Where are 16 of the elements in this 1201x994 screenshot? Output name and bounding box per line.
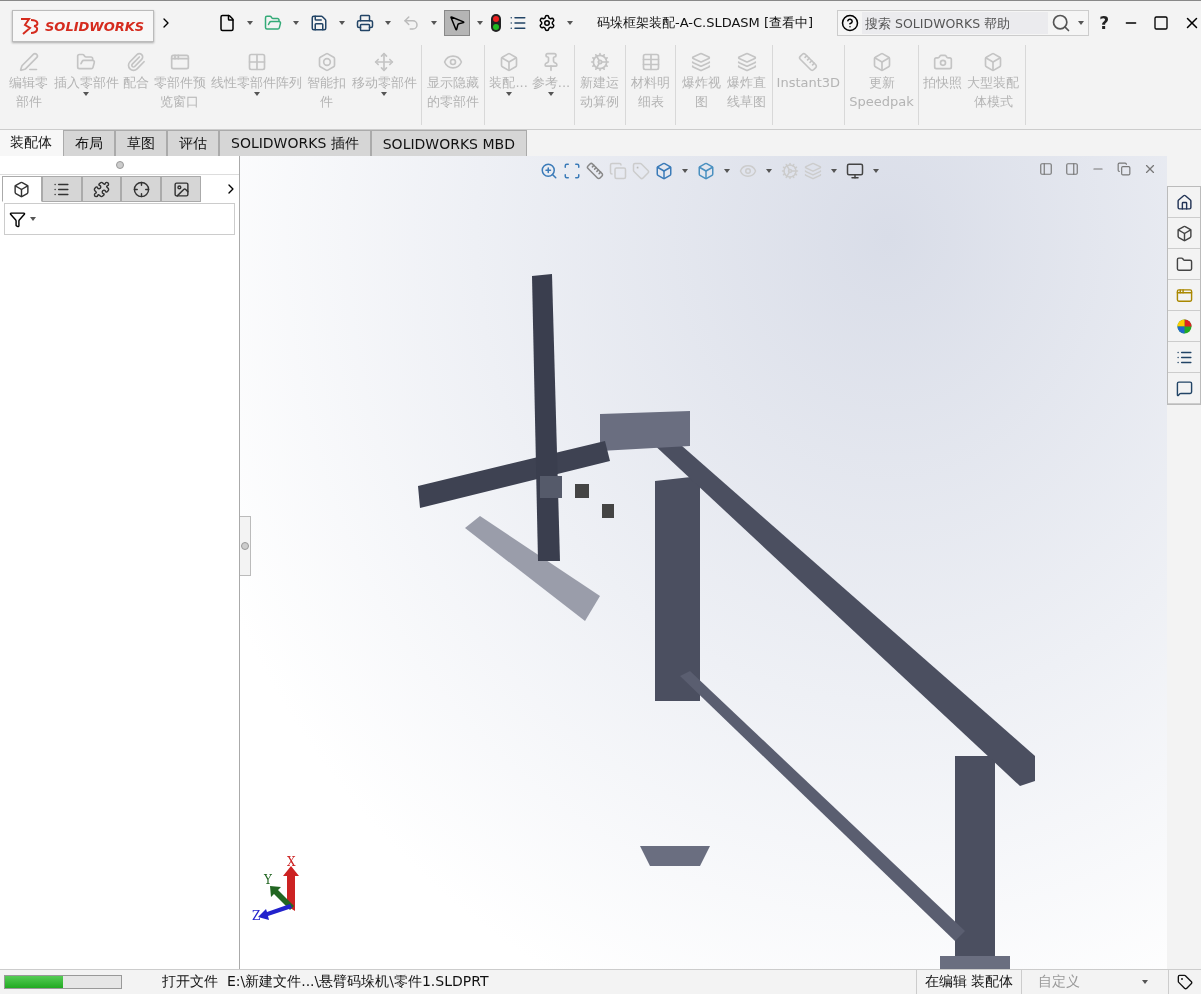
command-tab[interactable]: 草图: [115, 130, 167, 156]
x-axis-label: X: [287, 856, 296, 869]
command-tab[interactable]: 评估: [167, 130, 219, 156]
command-tab[interactable]: 布局: [63, 130, 115, 156]
help-button[interactable]: ?: [1099, 13, 1109, 33]
app-name: SOLIDWORKS: [45, 18, 145, 34]
y-axis-label: Y: [264, 873, 272, 887]
command-tab[interactable]: SOLIDWORKS 插件: [219, 130, 371, 156]
units-dropdown[interactable]: 自定义: [1030, 973, 1160, 991]
command-tab[interactable]: SOLIDWORKS MBD: [370, 130, 527, 156]
status-mode: 在编辑 装配体: [924, 973, 1013, 991]
command-tab[interactable]: 装配体: [0, 130, 63, 156]
app-logo[interactable]: SOLIDWORKS: [12, 10, 154, 42]
z-axis-label: Z: [252, 909, 261, 923]
window-title: 码垛框架装配-A-C.SLDASM [查看中]: [597, 14, 814, 32]
status-message: 打开文件 E:\新建文件...\悬臂码垛机\零件1.SLDPRT: [162, 973, 490, 991]
